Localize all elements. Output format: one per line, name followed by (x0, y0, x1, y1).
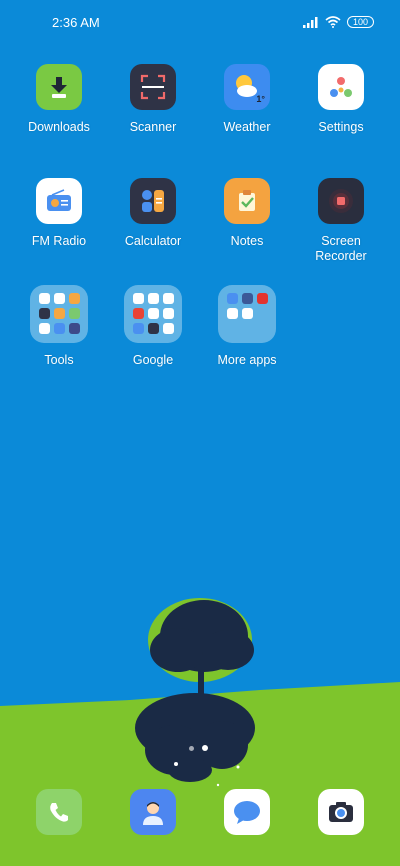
radio-icon (36, 178, 82, 224)
app-screen-recorder[interactable]: Screen Recorder (293, 178, 389, 264)
notes-icon (224, 178, 270, 224)
status-time: 2:36 AM (52, 14, 100, 30)
folder-label: More apps (217, 353, 277, 367)
camera-icon (329, 802, 353, 822)
dock-contacts[interactable] (130, 789, 176, 835)
signal-icon (302, 17, 318, 28)
app-settings[interactable]: Settings (293, 64, 389, 135)
status-icons: 100 (302, 16, 374, 28)
battery-indicator: 100 (346, 16, 374, 28)
app-label: Settings (318, 120, 364, 134)
folder-icon (124, 285, 182, 343)
scanner-icon (130, 64, 176, 110)
folder-icon (218, 285, 276, 343)
page-dot-active (202, 745, 208, 751)
settings-icon (318, 64, 364, 110)
app-label: Weather (223, 120, 271, 134)
app-label: Screen Recorder (315, 234, 367, 263)
page-indicator (189, 744, 213, 752)
dock (0, 789, 400, 835)
page-dot (189, 745, 194, 751)
download-icon (36, 64, 82, 110)
app-label: Calculator (124, 234, 182, 248)
dock-camera[interactable] (318, 789, 364, 835)
app-scanner[interactable]: Scanner (105, 64, 201, 135)
contacts-icon (143, 802, 163, 825)
dock-phone[interactable] (36, 789, 82, 835)
folder-tools[interactable]: Tools (11, 285, 107, 368)
weather-temp-badge: 1° (256, 94, 265, 104)
app-label: Scanner (129, 120, 177, 134)
folder-label: Google (132, 353, 174, 367)
wifi-icon (325, 16, 341, 28)
folder-icon (30, 285, 88, 343)
screen-recorder-icon (318, 178, 364, 224)
app-label: FM Radio (31, 234, 87, 248)
calculator-icon (130, 178, 176, 224)
phone-icon (50, 803, 68, 822)
messages-icon (234, 801, 260, 824)
app-label: Notes (230, 234, 264, 248)
folder-google[interactable]: Google (105, 285, 201, 368)
app-weather[interactable]: 1° Weather (199, 64, 295, 135)
app-label: Downloads (28, 120, 90, 134)
folder-label: Tools (44, 353, 74, 367)
dock-messages[interactable] (224, 789, 270, 835)
app-fm-radio[interactable]: FM Radio (11, 178, 107, 249)
app-notes[interactable]: Notes (199, 178, 295, 249)
app-downloads[interactable]: Downloads (11, 64, 107, 135)
app-calculator[interactable]: Calculator (105, 178, 201, 249)
status-bar: 2:36 AM 100 (0, 0, 400, 44)
folder-more-apps[interactable]: More apps (199, 285, 295, 368)
weather-icon: 1° (224, 64, 270, 110)
